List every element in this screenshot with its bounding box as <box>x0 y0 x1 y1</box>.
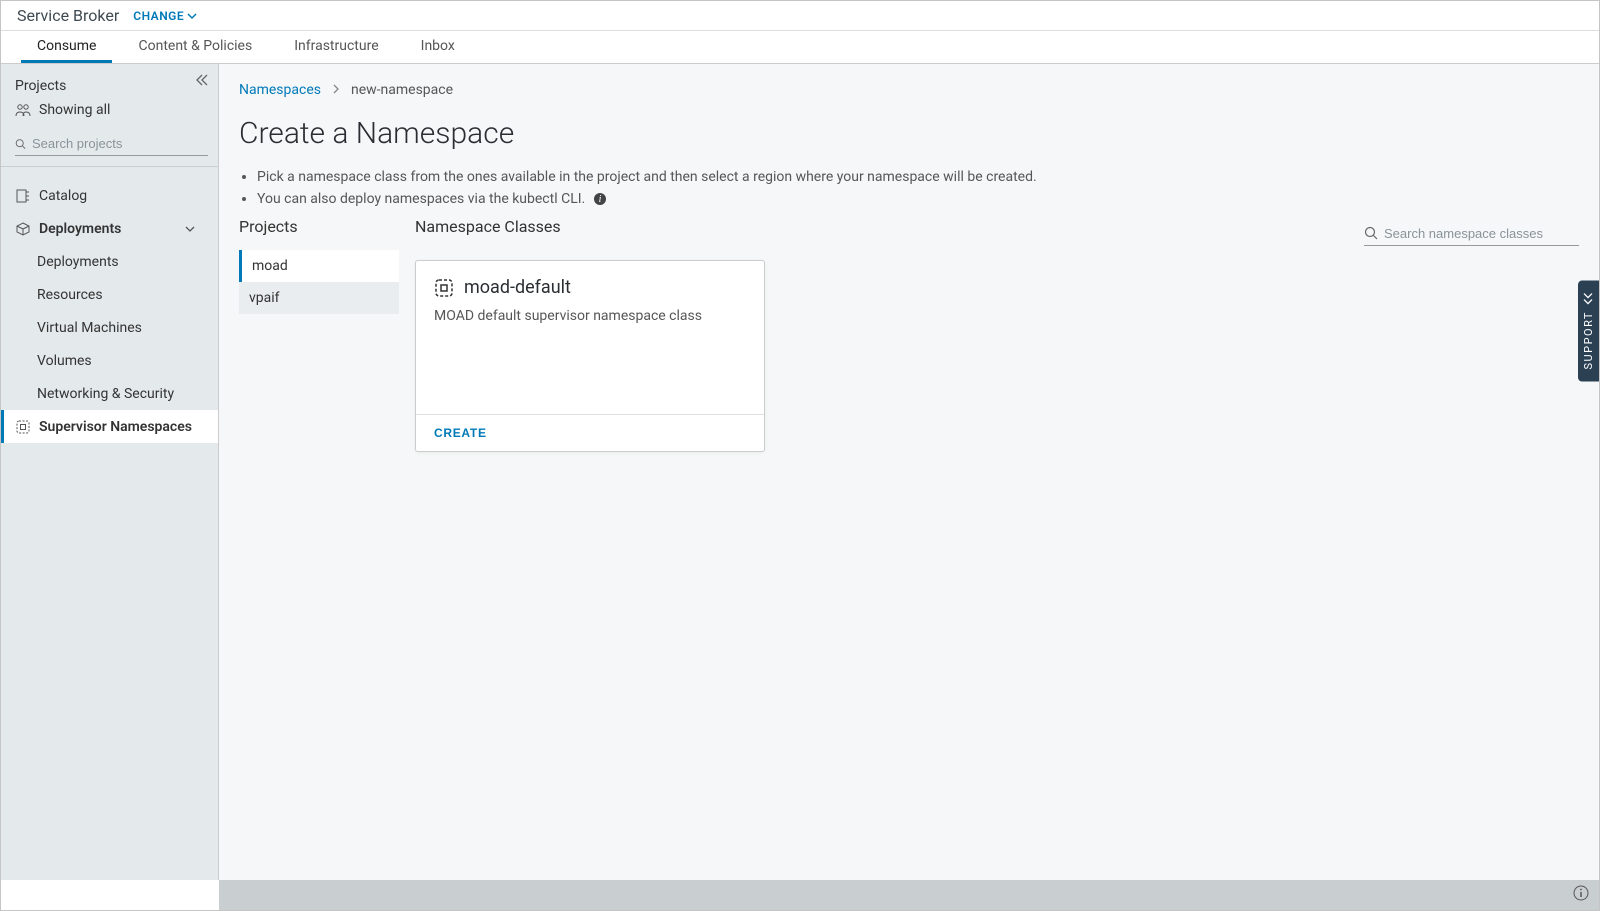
namespace-class-icon <box>434 278 454 298</box>
users-icon <box>15 103 31 117</box>
footer-bar <box>219 880 1599 910</box>
collapse-sidebar-button[interactable] <box>194 72 210 92</box>
breadcrumb-current: new-namespace <box>351 82 453 98</box>
project-item-vpaif[interactable]: vpaif <box>239 282 399 314</box>
content-area: Namespaces new-namespace Create a Namesp… <box>219 64 1599 880</box>
header-bar: Service Broker CHANGE <box>1 1 1599 31</box>
info-icon[interactable]: i <box>593 192 607 206</box>
nav-sub-networking[interactable]: Networking & Security <box>1 377 218 410</box>
nav-sub-deployments[interactable]: Deployments <box>1 245 218 278</box>
nav-sub-resources[interactable]: Resources <box>1 278 218 311</box>
create-button[interactable]: CREATE <box>434 426 487 440</box>
tab-content-policies[interactable]: Content & Policies <box>122 31 268 63</box>
main: Projects Showing all Catalog Deployments… <box>1 64 1599 880</box>
change-label: CHANGE <box>133 9 184 23</box>
nav-deployments[interactable]: Deployments <box>1 212 218 245</box>
tab-inbox[interactable]: Inbox <box>405 31 471 63</box>
search-icon <box>1364 226 1378 240</box>
sidebar-projects-block: Projects Showing all <box>1 64 218 167</box>
search-projects-field[interactable] <box>15 132 208 156</box>
change-service-link[interactable]: CHANGE <box>133 9 197 23</box>
support-tab[interactable]: SUPPORT <box>1578 281 1599 382</box>
tab-consume[interactable]: Consume <box>21 31 112 63</box>
nav-supervisor-label: Supervisor Namespaces <box>39 419 192 435</box>
page-title: Create a Namespace <box>239 116 1579 151</box>
card-title: moad-default <box>434 277 746 298</box>
namespace-icon <box>15 419 31 435</box>
nav-list: Catalog Deployments Deployments Resource… <box>1 167 218 443</box>
classes-col-heading: Namespace Classes <box>415 217 561 236</box>
chevron-down-icon <box>184 223 196 235</box>
deployments-icon <box>15 221 31 237</box>
nav-deployments-label: Deployments <box>39 221 121 237</box>
nav-sub-volumes[interactable]: Volumes <box>1 344 218 377</box>
showing-all-label: Showing all <box>39 102 110 118</box>
nav-catalog-label: Catalog <box>39 188 87 204</box>
sidebar: Projects Showing all Catalog Deployments… <box>1 64 219 880</box>
support-label: SUPPORT <box>1582 311 1595 370</box>
catalog-icon <box>15 188 31 204</box>
nav-catalog[interactable]: Catalog <box>1 179 218 212</box>
projects-col-heading: Projects <box>239 217 399 236</box>
showing-all-row[interactable]: Showing all <box>15 102 208 118</box>
col-projects: Projects moad vpaif <box>239 217 399 452</box>
card-body: moad-default MOAD default supervisor nam… <box>416 261 764 414</box>
projects-header: Projects <box>15 78 208 94</box>
search-icon <box>15 137 26 151</box>
col-classes: Namespace Classes moad-default MOAD defa… <box>415 217 1579 452</box>
info-footer-icon[interactable] <box>1573 885 1589 905</box>
instruction-2: You can also deploy namespaces via the k… <box>257 191 1579 207</box>
project-list: moad vpaif <box>239 250 399 314</box>
card-desc: MOAD default supervisor namespace class <box>434 308 746 324</box>
namespace-class-card: moad-default MOAD default supervisor nam… <box>415 260 765 452</box>
chevron-down-icon <box>187 11 197 21</box>
nav-sub-vms[interactable]: Virtual Machines <box>1 311 218 344</box>
tab-nav: Consume Content & Policies Infrastructur… <box>1 31 1599 64</box>
tab-infrastructure[interactable]: Infrastructure <box>278 31 394 63</box>
breadcrumb: Namespaces new-namespace <box>239 82 1579 98</box>
nav-supervisor-namespaces[interactable]: Supervisor Namespaces <box>1 410 218 443</box>
breadcrumb-separator <box>331 82 341 98</box>
app-title: Service Broker <box>17 6 119 25</box>
instructions: Pick a namespace class from the ones ava… <box>239 169 1579 207</box>
project-item-moad[interactable]: moad <box>239 250 399 282</box>
search-classes-input[interactable] <box>1384 226 1579 241</box>
card-footer: CREATE <box>416 414 764 451</box>
columns: Projects moad vpaif Namespace Classes <box>239 217 1579 452</box>
search-projects-input[interactable] <box>32 136 208 151</box>
chevron-double-up-icon <box>1584 293 1594 305</box>
chevron-right-icon <box>331 84 341 94</box>
svg-text:i: i <box>598 194 601 205</box>
classes-header: Namespace Classes <box>415 217 1579 250</box>
instruction-1: Pick a namespace class from the ones ava… <box>257 169 1579 185</box>
breadcrumb-root[interactable]: Namespaces <box>239 82 321 98</box>
chevron-double-left-icon <box>194 72 210 88</box>
search-classes-field[interactable] <box>1364 222 1579 246</box>
